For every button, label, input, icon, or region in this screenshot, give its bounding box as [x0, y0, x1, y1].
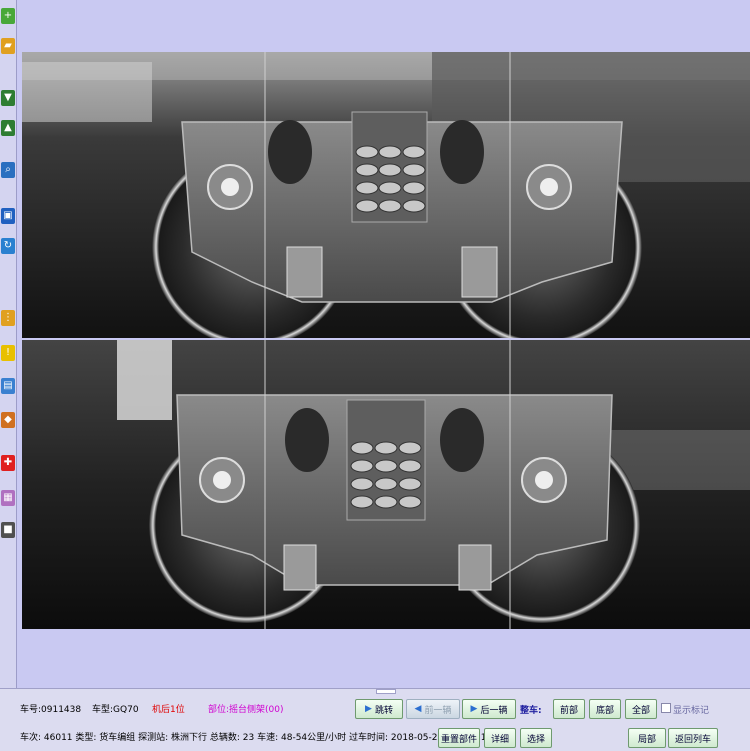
left-toolbar: + ▰ ▼ ▲ ⌕ ▣ ↻ ⋮! ▤ ◆ ✚ ▦ ■ — [0, 0, 17, 750]
grid-icon[interactable]: ▦ — [1, 490, 15, 506]
stop-icon[interactable]: ✚ — [1, 455, 15, 471]
prev-label: 前一辆 — [424, 705, 452, 716]
save-icon[interactable]: ▣ — [1, 208, 15, 224]
up-arrow-icon[interactable]: ▲ — [1, 120, 15, 136]
bogie-photo-bottom — [22, 340, 750, 629]
skip-button[interactable]: ▶ 跳转 — [355, 699, 403, 719]
bogie-photo-top — [22, 52, 750, 338]
next-car-button[interactable]: ▶ 后一辆 — [462, 699, 516, 719]
reset-parts-button[interactable]: 重置部件 — [438, 728, 480, 748]
front-button[interactable]: 前部 — [553, 699, 585, 719]
return-to-train-button[interactable]: 返回列车 — [668, 728, 718, 748]
skip-label: 跳转 — [374, 705, 393, 716]
car-position: 机后1位 — [152, 705, 185, 715]
warning-icon[interactable]: ! — [1, 345, 15, 361]
next-label: 后一辆 — [480, 705, 508, 716]
down-arrow-icon[interactable]: ▼ — [1, 90, 15, 106]
play-icon: ▶ — [365, 704, 372, 714]
bottom-button[interactable]: 底部 — [589, 699, 621, 719]
bogie-label: 整车: — [520, 706, 542, 716]
bogie-image-top[interactable] — [22, 52, 750, 338]
train-info: 车次: 46011 类型: 货车编组 探测站: 株洲下行 总辆数: 23 车速:… — [20, 733, 487, 743]
bogie-image-bottom[interactable] — [22, 340, 750, 629]
zoom-button[interactable]: 局部 — [628, 728, 666, 748]
all-button[interactable]: 全部 — [625, 699, 657, 719]
show-marks-checkbox[interactable] — [661, 703, 671, 713]
select-button[interactable]: 选择 — [520, 728, 552, 748]
folder-icon[interactable]: ▰ — [1, 38, 15, 54]
detail-button[interactable]: 详细 — [484, 728, 516, 748]
show-marks-label: 显示标记 — [673, 706, 710, 716]
right-arrow-icon: ▶ — [470, 704, 478, 714]
car-number: 车号:0911438 — [20, 705, 82, 715]
car-type: 车型:GQ70 — [92, 705, 139, 715]
add-icon[interactable]: + — [1, 8, 15, 24]
splitter-handle[interactable] — [376, 689, 396, 694]
window-icon[interactable]: ▤ — [1, 378, 15, 394]
lock-icon[interactable]: ■ — [1, 522, 15, 538]
left-arrow-icon: ◀ — [414, 704, 422, 714]
ruler-icon[interactable]: ⋮ — [1, 310, 15, 326]
refresh-icon[interactable]: ↻ — [1, 238, 15, 254]
fault-location: 部位:摇台侧架(00) — [208, 705, 284, 715]
previous-car-button[interactable]: ◀ 前一辆 — [406, 699, 460, 719]
search-icon[interactable]: ⌕ — [1, 162, 15, 178]
layers-icon[interactable]: ◆ — [1, 412, 15, 428]
